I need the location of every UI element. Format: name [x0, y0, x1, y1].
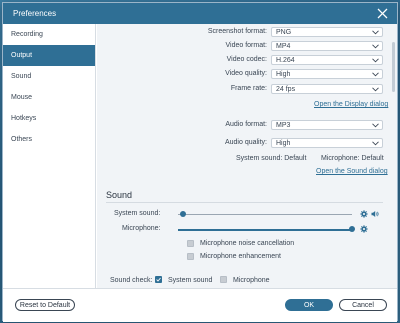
chevron-down-icon [372, 58, 379, 63]
sidebar-item-mouse[interactable]: Mouse [3, 87, 95, 108]
system-sound-status: System sound: Default [236, 155, 307, 162]
speaker-icon[interactable] [371, 210, 379, 218]
video-format-row: Video format: [97, 41, 267, 51]
sidebar-item-others[interactable]: Others [3, 129, 95, 150]
video-codec-value: H.264 [276, 57, 295, 64]
microphone-slider-fill [178, 228, 352, 231]
title-bar: Preferences [3, 3, 397, 24]
audio-quality-row: Audio quality: [97, 138, 267, 148]
microphone-status: Microphone: Default [321, 155, 384, 162]
video-quality-label: Video quality: [225, 70, 267, 77]
video-quality-row: Video quality: [97, 69, 267, 79]
video-format-select[interactable]: MP4 [271, 41, 383, 51]
scrollbar[interactable] [392, 42, 395, 92]
sidebar-item-sound[interactable]: Sound [3, 66, 95, 87]
audio-quality-label: Audio quality: [224, 139, 267, 146]
audio-format-row: Audio format: [97, 120, 267, 130]
audio-format-label: Audio format: [225, 121, 267, 128]
frame-rate-select[interactable]: 24 fps [271, 84, 383, 94]
section-divider [106, 202, 383, 203]
audio-quality-value: High [276, 140, 291, 147]
sound-check-system-checkbox[interactable] [155, 276, 162, 283]
video-quality-value: High [276, 71, 291, 78]
video-quality-select[interactable]: High [271, 69, 383, 79]
system-sound-slider-track[interactable] [178, 214, 352, 215]
gear-icon[interactable] [360, 225, 368, 233]
chevron-down-icon [372, 87, 379, 92]
frame-rate-value: 24 fps [276, 86, 296, 93]
screenshot-format-value: PNG [276, 29, 292, 36]
settings-panel: Screenshot format: PNG Video format: MP4… [97, 24, 397, 288]
chevron-down-icon [372, 141, 379, 146]
chevron-down-icon [372, 72, 379, 77]
enhancement-label: Microphone enhancement [200, 253, 281, 260]
video-codec-row: Video codec: [97, 55, 267, 65]
video-format-value: MP4 [276, 43, 291, 50]
sound-check-microphone-checkbox[interactable] [220, 276, 227, 283]
reset-to-default-button[interactable]: Reset to Default [15, 299, 75, 311]
sidebar-item-label: Mouse [11, 94, 33, 101]
screenshot-format-label: Screenshot format: [207, 28, 267, 35]
ok-button[interactable]: OK [285, 299, 333, 311]
noise-cancellation-checkbox[interactable] [187, 240, 194, 247]
open-sound-dialog-link[interactable]: Open the Sound dialog [316, 168, 388, 175]
sidebar-item-label: Others [11, 136, 33, 143]
sidebar-item-hotkeys[interactable]: Hotkeys [3, 108, 95, 129]
screenshot-format-row: Screenshot format: [97, 27, 267, 37]
system-sound-slider-label: System sound: [114, 210, 161, 217]
sound-check-system-label: System sound [168, 277, 213, 284]
sound-check-microphone-label: Microphone [233, 277, 270, 284]
sidebar-item-label: Hotkeys [11, 115, 37, 122]
preferences-window: Preferences Recording Output Sound Mouse… [2, 2, 398, 322]
sound-check-label: Sound check: [110, 277, 153, 284]
enhancement-checkbox[interactable] [187, 253, 194, 260]
window-title: Preferences [13, 9, 57, 18]
close-icon[interactable] [376, 7, 389, 20]
chevron-down-icon [372, 44, 379, 49]
sidebar-item-label: Sound [11, 73, 32, 80]
sidebar-item-label: Output [11, 52, 33, 59]
microphone-slider-label: Microphone: [122, 225, 161, 232]
video-format-label: Video format: [225, 42, 267, 49]
sound-section-title: Sound [106, 190, 133, 200]
chevron-down-icon [372, 30, 379, 35]
audio-format-value: MP3 [276, 122, 291, 129]
video-codec-select[interactable]: H.264 [271, 55, 383, 65]
chevron-down-icon [372, 123, 379, 128]
sidebar: Recording Output Sound Mouse Hotkeys Oth… [3, 24, 96, 288]
sidebar-item-recording[interactable]: Recording [3, 24, 95, 45]
screenshot-format-select[interactable]: PNG [271, 27, 383, 37]
frame-rate-row: Frame rate: [97, 84, 267, 94]
audio-format-select[interactable]: MP3 [271, 120, 383, 130]
cancel-button[interactable]: Cancel [339, 299, 387, 311]
sidebar-item-label: Recording [11, 31, 43, 38]
system-sound-slider-handle[interactable] [180, 211, 187, 217]
open-display-dialog-link[interactable]: Open the Display dialog [314, 101, 388, 108]
gear-icon[interactable] [360, 210, 368, 218]
dialog-footer: Reset to Default OK Cancel [3, 288, 397, 322]
frame-rate-label: Frame rate: [230, 85, 267, 92]
noise-cancellation-label: Microphone noise cancellation [200, 240, 295, 247]
sidebar-item-output[interactable]: Output [3, 45, 95, 66]
microphone-slider-handle[interactable] [349, 226, 355, 232]
video-codec-label: Video codec: [226, 56, 267, 63]
audio-quality-select[interactable]: High [271, 138, 383, 148]
